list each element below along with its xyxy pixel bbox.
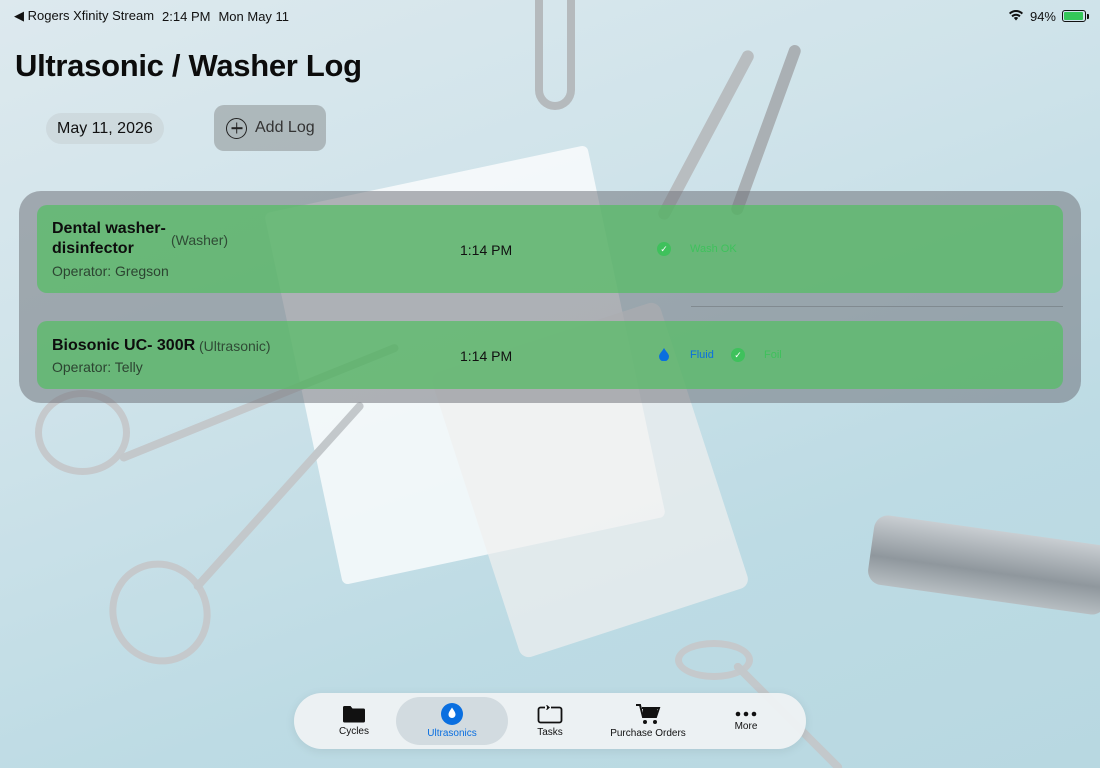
plus-circle-icon <box>226 117 247 139</box>
checkmark-seal-icon: ✓ <box>657 242 671 256</box>
back-to-app-link[interactable]: ◀ Rogers Xfinity Stream <box>14 8 154 24</box>
log-time: 1:14 PM <box>460 348 513 364</box>
repeat-task-icon <box>537 705 563 724</box>
wifi-icon <box>1008 9 1024 24</box>
wash-status-label: Wash OK <box>690 243 737 255</box>
background-mirror <box>675 640 753 680</box>
log-time: 1:14 PM <box>460 242 513 258</box>
tab-label: Purchase Orders <box>610 728 686 739</box>
water-drop-icon <box>659 348 669 361</box>
folder-icon <box>343 706 365 723</box>
add-log-button[interactable]: Add Log <box>214 105 326 151</box>
date-picker[interactable]: May 11, 2026 <box>46 113 164 144</box>
equipment-type: (Ultrasonic) <box>199 338 271 354</box>
operator-name: Operator: Telly <box>52 359 143 375</box>
row-divider <box>691 306 1063 307</box>
add-log-label: Add Log <box>255 119 315 136</box>
tab-tasks[interactable]: Tasks <box>500 697 600 745</box>
log-list: Dental washer- disinfector (Washer) Oper… <box>19 191 1081 403</box>
background-scissors-ring <box>90 542 230 683</box>
tab-ultrasonics[interactable]: Ultrasonics <box>396 697 508 745</box>
tab-cycles[interactable]: Cycles <box>304 697 404 745</box>
tab-label: Tasks <box>537 727 563 738</box>
tab-more[interactable]: More <box>696 697 796 745</box>
background-scissors-blade <box>192 400 366 592</box>
equipment-type: (Washer) <box>171 232 229 248</box>
tab-label: More <box>734 721 758 732</box>
log-row-washer[interactable]: Dental washer- disinfector (Washer) Oper… <box>37 205 1063 293</box>
status-bar: ◀ Rogers Xfinity Stream 2:14 PM Mon May … <box>14 7 1089 25</box>
battery-icon <box>1062 10 1089 22</box>
checkmark-seal-icon: ✓ <box>731 348 745 362</box>
equipment-name: Biosonic UC- 300R <box>52 337 196 354</box>
water-drop-icon <box>441 703 463 725</box>
log-row-ultrasonic[interactable]: Biosonic UC- 300R (Ultrasonic) Operator:… <box>37 321 1063 389</box>
status-date: Mon May 11 <box>218 8 290 24</box>
date-picker-label: May 11, 2026 <box>57 119 153 137</box>
cart-icon <box>636 704 661 724</box>
tab-label: Ultrasonics <box>427 728 477 739</box>
battery-percent: 94% <box>1029 8 1056 24</box>
tab-purchase-orders[interactable]: Purchase Orders <box>598 697 698 745</box>
tab-label: Cycles <box>338 726 369 737</box>
foil-status-label: Foil <box>764 349 782 361</box>
equipment-name: Dental washer- disinfector <box>52 219 166 259</box>
tab-bar: Cycles Ultrasonics Tasks Purchase Orders… <box>294 693 806 749</box>
status-time: 2:14 PM <box>162 8 211 24</box>
page-title: Ultrasonic / Washer Log <box>15 48 362 83</box>
fluid-status-label: Fluid <box>690 349 714 361</box>
equipment-name-line: Dental washer- <box>52 220 166 237</box>
equipment-name-line: disinfector <box>52 240 134 257</box>
ellipsis-icon <box>735 711 757 717</box>
background-handpiece <box>866 513 1100 617</box>
operator-name: Operator: Gregson <box>52 263 169 279</box>
